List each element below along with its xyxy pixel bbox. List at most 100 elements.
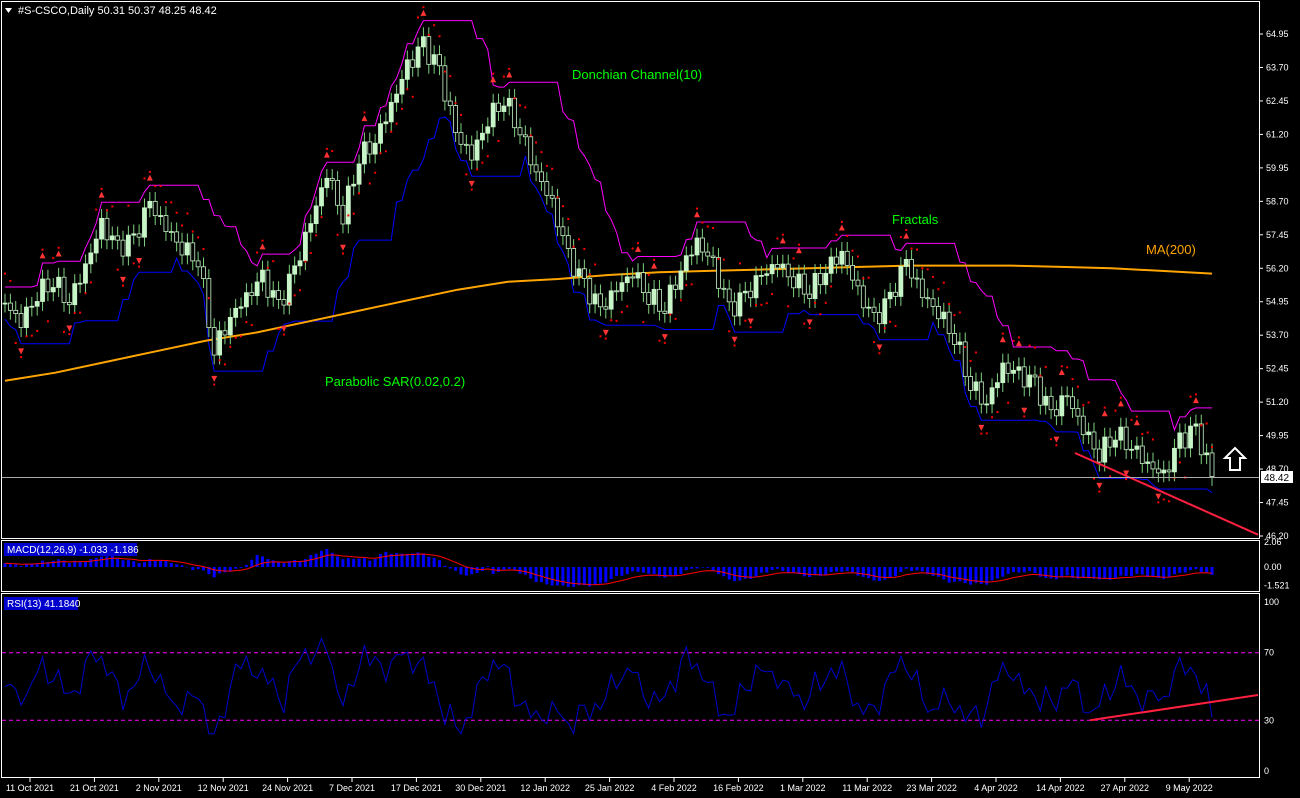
candle-body bbox=[88, 252, 94, 265]
candle-body bbox=[1059, 395, 1065, 417]
candle-body bbox=[893, 291, 898, 297]
sar-dot bbox=[588, 273, 591, 276]
price-tick-label: 51.20 bbox=[1266, 397, 1289, 407]
sar-dot bbox=[277, 328, 280, 331]
sar-dot bbox=[57, 246, 60, 249]
sar-dot bbox=[1082, 404, 1085, 407]
sar-dot bbox=[1028, 344, 1031, 347]
sar-dot bbox=[36, 329, 39, 332]
candle-body bbox=[855, 279, 861, 287]
candle-body bbox=[40, 278, 45, 302]
sar-dot bbox=[910, 247, 913, 250]
sar-dot bbox=[390, 130, 393, 133]
sar-dot bbox=[1211, 446, 1213, 449]
fractal-down-marker bbox=[136, 257, 143, 264]
candle-body bbox=[1000, 362, 1006, 384]
sar-dot bbox=[932, 275, 935, 278]
price-tick-label: 59.95 bbox=[1266, 163, 1289, 173]
candle-body bbox=[860, 285, 866, 309]
macd-header: MACD(12,26,9) -1.033 -1.186 bbox=[7, 545, 139, 556]
sar-dot bbox=[358, 192, 361, 195]
price-tick-label: 53.70 bbox=[1266, 330, 1289, 340]
candle-body bbox=[817, 273, 823, 286]
sar-dot bbox=[1141, 433, 1144, 436]
rsi-trendline bbox=[1089, 693, 1259, 722]
fractal-up-marker bbox=[635, 245, 642, 252]
sar-dot bbox=[985, 432, 988, 435]
candle-body bbox=[426, 36, 432, 65]
candle-body bbox=[61, 276, 67, 303]
rsi-tick-label: 70 bbox=[1264, 648, 1274, 658]
date-tick-label: 12 Jan 2022 bbox=[520, 783, 570, 793]
sar-dot bbox=[191, 230, 194, 233]
macd-tick-label: 0.00 bbox=[1264, 562, 1282, 572]
candle-body bbox=[480, 132, 485, 141]
fractal-down-marker bbox=[468, 180, 475, 187]
candle-body bbox=[1177, 432, 1183, 449]
candle-body bbox=[657, 288, 662, 312]
candle-body bbox=[914, 277, 920, 280]
rsi-panel bbox=[1, 593, 1260, 778]
sar-dot bbox=[926, 268, 929, 271]
candle-body bbox=[243, 292, 249, 308]
candle-body bbox=[136, 233, 142, 238]
candle-body bbox=[345, 185, 351, 225]
sar-dot bbox=[856, 255, 859, 258]
fractal-up-marker bbox=[98, 191, 105, 198]
sar-dot bbox=[878, 352, 881, 355]
candle-body bbox=[946, 311, 952, 334]
sar-dot bbox=[1151, 438, 1154, 441]
sar-dot bbox=[105, 209, 108, 212]
sar-dot bbox=[443, 70, 446, 73]
candle-body bbox=[168, 231, 174, 233]
date-tick-label: 1 Mar 2022 bbox=[780, 783, 826, 793]
candle-body bbox=[1123, 426, 1129, 451]
sar-dot bbox=[653, 258, 656, 261]
sar-dot bbox=[41, 248, 44, 251]
candle-body bbox=[142, 207, 147, 238]
sar-dot bbox=[341, 252, 344, 255]
candle-body bbox=[866, 306, 872, 309]
candle-body bbox=[877, 312, 882, 325]
sar-dot bbox=[68, 333, 71, 336]
fractal-down-marker bbox=[731, 336, 738, 343]
candle-body bbox=[1150, 461, 1156, 470]
fractal-down-marker bbox=[1021, 407, 1028, 414]
candle-body bbox=[147, 200, 153, 209]
candle-body bbox=[640, 272, 646, 293]
sar-dot bbox=[138, 265, 141, 268]
sar-dot bbox=[1205, 422, 1208, 425]
candle-body bbox=[780, 263, 786, 269]
fractal-up-marker bbox=[1015, 340, 1022, 347]
sar-dot bbox=[513, 97, 516, 100]
sar-dot bbox=[787, 305, 790, 308]
sar-dot bbox=[690, 283, 693, 286]
candle-body bbox=[683, 255, 689, 272]
candle-body bbox=[635, 272, 641, 279]
fractal-down-marker bbox=[876, 344, 883, 351]
sar-dot bbox=[309, 252, 312, 255]
sar-dot bbox=[229, 345, 232, 348]
sar-dot bbox=[1039, 374, 1042, 377]
candle-body bbox=[989, 387, 995, 405]
sar-dot bbox=[894, 324, 897, 327]
candle-body bbox=[378, 123, 383, 144]
candle-body bbox=[93, 238, 99, 254]
candle-body bbox=[1005, 362, 1011, 374]
sar-dot bbox=[427, 33, 430, 36]
candle-body bbox=[576, 268, 582, 277]
candle-body bbox=[598, 293, 603, 308]
sar-dot bbox=[293, 294, 296, 297]
candle-body bbox=[367, 141, 373, 155]
sar-dot bbox=[851, 249, 854, 252]
sar-dot bbox=[384, 150, 387, 153]
sar-dot bbox=[604, 337, 607, 340]
candle-body bbox=[50, 287, 56, 293]
header-dropdown-icon[interactable] bbox=[5, 8, 12, 13]
sar-dot bbox=[969, 360, 972, 363]
candle-body bbox=[24, 306, 29, 329]
sar-dot bbox=[749, 326, 752, 329]
candle-body bbox=[415, 46, 421, 68]
current-price-label: 48.42 bbox=[1264, 473, 1289, 484]
candle-body bbox=[705, 251, 711, 257]
